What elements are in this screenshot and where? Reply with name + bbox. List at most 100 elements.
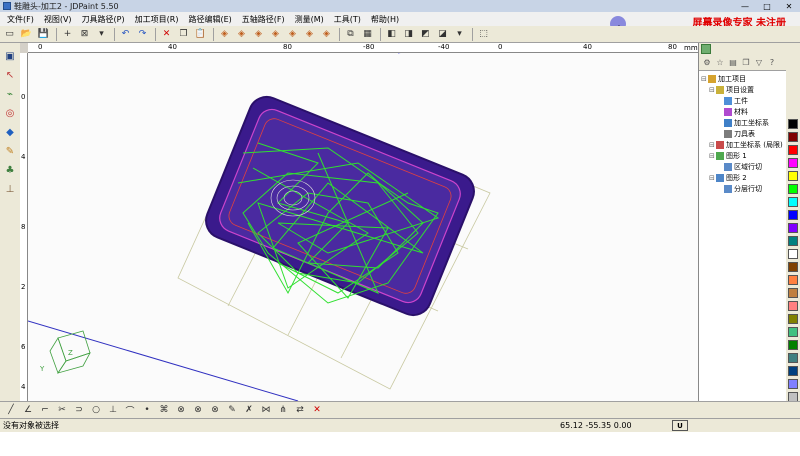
open-icon[interactable]: 📂 bbox=[19, 27, 34, 41]
color-swatch[interactable] bbox=[788, 210, 798, 220]
view-cube-2-icon[interactable]: ◈ bbox=[234, 27, 249, 41]
angle-icon[interactable]: ∠ bbox=[21, 404, 35, 417]
delete-icon[interactable]: ✕ bbox=[159, 27, 174, 41]
color-swatch[interactable] bbox=[788, 275, 798, 285]
cross-2-icon[interactable]: ⊗ bbox=[191, 404, 205, 417]
tree-node[interactable]: ⊟ 图形 1 bbox=[701, 150, 786, 161]
node-icon[interactable]: ⌘ bbox=[157, 404, 171, 417]
tree-expander-icon[interactable]: ⊟ bbox=[709, 86, 716, 94]
tree-node[interactable]: 分层行切 bbox=[701, 183, 786, 194]
copy-icon[interactable]: ❐ bbox=[176, 27, 191, 41]
color-swatch[interactable] bbox=[788, 379, 798, 389]
panel-tool-list-icon[interactable]: ▤ bbox=[728, 58, 738, 68]
pointer-icon[interactable]: ↖ bbox=[3, 68, 17, 82]
dropdown-icon[interactable]: ▾ bbox=[452, 27, 467, 41]
color-swatch[interactable] bbox=[788, 366, 798, 376]
cross-3-icon[interactable]: ⊗ bbox=[208, 404, 222, 417]
tree-node[interactable]: ⊟ 加工项目 bbox=[701, 73, 786, 84]
tree-tool-icon[interactable]: ♣ bbox=[3, 163, 17, 177]
shade-4-icon[interactable]: ◪ bbox=[435, 27, 450, 41]
view-cube-3-icon[interactable]: ◈ bbox=[251, 27, 266, 41]
shade-1-icon[interactable]: ◧ bbox=[384, 27, 399, 41]
tangent-icon[interactable]: ⌒ bbox=[123, 404, 137, 417]
panel-tool-copy-icon[interactable]: ❐ bbox=[741, 58, 751, 68]
view-cube-5-icon[interactable]: ◈ bbox=[285, 27, 300, 41]
tree-node[interactable]: 区域行切 bbox=[701, 161, 786, 172]
color-swatch[interactable] bbox=[788, 132, 798, 142]
color-swatch[interactable] bbox=[788, 197, 798, 207]
edit-icon[interactable]: ✎ bbox=[225, 404, 239, 417]
close-button[interactable]: ✕ bbox=[778, 0, 800, 12]
color-swatch[interactable] bbox=[788, 223, 798, 233]
point-icon[interactable]: • bbox=[140, 404, 154, 417]
merge-icon[interactable]: ⋈ bbox=[259, 404, 273, 417]
color-swatch[interactable] bbox=[788, 340, 798, 350]
trim-icon[interactable]: ✂ bbox=[55, 404, 69, 417]
reverse-icon[interactable]: ⇄ bbox=[293, 404, 307, 417]
color-swatch[interactable] bbox=[788, 301, 798, 311]
tree-node[interactable]: 加工坐标系 bbox=[701, 117, 786, 128]
paint-icon[interactable]: ✎ bbox=[3, 144, 17, 158]
color-swatch[interactable] bbox=[788, 236, 798, 246]
tree-expander-icon[interactable]: ⊟ bbox=[709, 174, 716, 182]
unit-toggle-button[interactable]: U bbox=[672, 420, 688, 431]
panel-tool-compute-icon[interactable]: ⚙ bbox=[702, 58, 712, 68]
extend-icon[interactable]: ⊃ bbox=[72, 404, 86, 417]
shade-3-icon[interactable]: ◩ bbox=[418, 27, 433, 41]
close-icon[interactable]: ✕ bbox=[310, 404, 324, 417]
target-icon[interactable]: ◎ bbox=[3, 106, 17, 120]
shade-2-icon[interactable]: ◨ bbox=[401, 27, 416, 41]
drawing-canvas[interactable]: Z Y bbox=[28, 53, 698, 401]
menu-tools[interactable]: 工具(T) bbox=[329, 14, 366, 25]
menu-path-edit[interactable]: 路径编辑(E) bbox=[183, 14, 236, 25]
view-cube-4-icon[interactable]: ◈ bbox=[268, 27, 283, 41]
tree-expander-icon[interactable]: ⊟ bbox=[709, 141, 716, 149]
panel-tool-star-icon[interactable]: ☆ bbox=[715, 58, 725, 68]
new-icon[interactable]: ▭ bbox=[2, 27, 17, 41]
grid-icon[interactable]: ▦ bbox=[360, 27, 375, 41]
color-swatch[interactable] bbox=[788, 288, 798, 298]
minimize-button[interactable]: — bbox=[734, 0, 756, 12]
view-cube-1-icon[interactable]: ◈ bbox=[217, 27, 232, 41]
menu-view[interactable]: 视图(V) bbox=[39, 14, 77, 25]
delete-node-icon[interactable]: ✗ bbox=[242, 404, 256, 417]
tree-node[interactable]: ⊟ 图形 2 bbox=[701, 172, 786, 183]
axis-icon[interactable]: ⊥ bbox=[3, 182, 17, 196]
circle-icon[interactable]: ○ bbox=[89, 404, 103, 417]
dropdown-icon[interactable]: ▾ bbox=[94, 27, 109, 41]
menu-measure[interactable]: 测量(M) bbox=[290, 14, 329, 25]
save-icon[interactable]: 💾 bbox=[36, 27, 51, 41]
view-cube-6-icon[interactable]: ◈ bbox=[302, 27, 317, 41]
color-swatch[interactable] bbox=[788, 327, 798, 337]
tree-expander-icon[interactable]: ⊟ bbox=[701, 75, 708, 83]
tree-node[interactable]: ⊟ 项目设置 bbox=[701, 84, 786, 95]
tree-node[interactable]: 刀具表 bbox=[701, 128, 786, 139]
select-toggle-icon[interactable]: ⬚ bbox=[476, 27, 491, 41]
frame-icon[interactable]: ▣ bbox=[3, 49, 17, 63]
path-tool-icon[interactable]: ⌁ bbox=[3, 87, 17, 101]
paste-icon[interactable]: 📋 bbox=[193, 27, 208, 41]
undo-icon[interactable]: ↶ bbox=[118, 27, 133, 41]
panel-tool-filter-icon[interactable]: ▽ bbox=[754, 58, 764, 68]
tree-expander-icon[interactable]: ⊟ bbox=[709, 152, 716, 160]
crosshair-icon[interactable]: + bbox=[60, 27, 75, 41]
color-swatch[interactable] bbox=[788, 314, 798, 324]
color-swatch[interactable] bbox=[788, 171, 798, 181]
measure-icon[interactable]: ◆ bbox=[3, 125, 17, 139]
color-swatch[interactable] bbox=[788, 184, 798, 194]
panel-tool-info-icon[interactable]: ? bbox=[767, 58, 777, 68]
color-swatch[interactable] bbox=[788, 145, 798, 155]
split-icon[interactable]: ⋔ bbox=[276, 404, 290, 417]
corner-icon[interactable]: ⌐ bbox=[38, 404, 52, 417]
tree-node[interactable]: 材料 bbox=[701, 106, 786, 117]
tree-node[interactable]: ⊟ 加工坐标系 (局限) bbox=[701, 139, 786, 150]
color-swatch[interactable] bbox=[788, 262, 798, 272]
tab-project-tree[interactable] bbox=[701, 44, 711, 54]
view-cube-7-icon[interactable]: ◈ bbox=[319, 27, 334, 41]
redo-icon[interactable]: ↷ bbox=[135, 27, 150, 41]
menu-file[interactable]: 文件(F) bbox=[2, 14, 39, 25]
box-select-icon[interactable]: ⊠ bbox=[77, 27, 92, 41]
line-icon[interactable]: ╱ bbox=[4, 404, 18, 417]
maximize-button[interactable]: □ bbox=[756, 0, 778, 12]
menu-project[interactable]: 加工项目(R) bbox=[130, 14, 184, 25]
